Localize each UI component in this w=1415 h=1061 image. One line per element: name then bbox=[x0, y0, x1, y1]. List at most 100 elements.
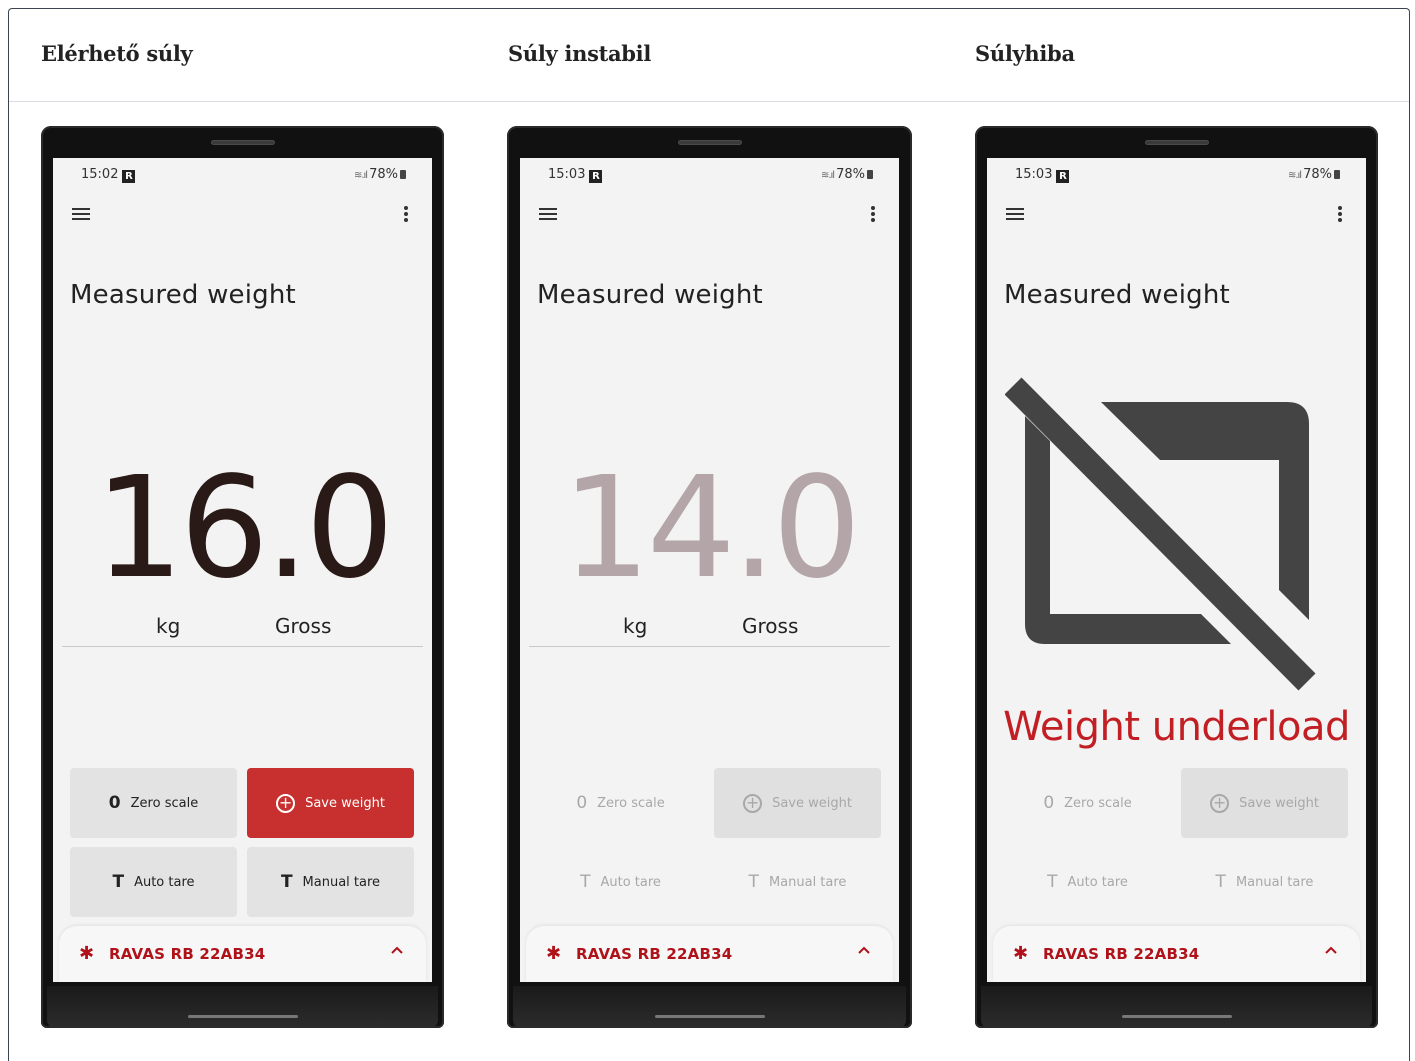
tare-icon: T bbox=[280, 872, 293, 892]
weight-mode-label: Gross bbox=[742, 614, 799, 638]
home-indicator bbox=[654, 1015, 765, 1018]
battery-icon bbox=[400, 170, 406, 179]
bluetooth-icon: ✱ bbox=[1013, 943, 1029, 964]
app-logo-icon: R bbox=[589, 170, 603, 183]
battery-percent: 78% bbox=[1303, 167, 1332, 182]
device-connection-bar[interactable]: ✱ RAVAS RB 22AB34 bbox=[993, 926, 1360, 982]
add-circle-icon: + bbox=[276, 793, 296, 813]
save-weight-button[interactable]: + Save weight bbox=[714, 768, 881, 838]
status-time: 15:03 R bbox=[1015, 167, 1070, 183]
battery-percent: 78% bbox=[836, 167, 865, 182]
divider bbox=[62, 646, 423, 647]
device-connection-bar[interactable]: ✱ RAVAS RB 22AB34 bbox=[59, 926, 426, 982]
phone-speaker bbox=[677, 140, 742, 145]
auto-tare-label: Auto tare bbox=[1067, 874, 1128, 890]
app-logo-icon: R bbox=[122, 170, 136, 183]
screen-title: Measured weight bbox=[70, 280, 296, 310]
table-header-row: Elérhető súly Súly instabil Súlyhiba bbox=[9, 9, 1409, 102]
phone-bezel bbox=[981, 986, 1372, 1028]
auto-tare-label: Auto tare bbox=[600, 874, 661, 890]
more-options-icon[interactable] bbox=[404, 206, 408, 224]
wifi-signal-icon: ≋.ıl bbox=[353, 170, 368, 181]
weight-mode-label: Gross bbox=[275, 614, 332, 638]
battery-percent: 78% bbox=[369, 167, 398, 182]
hamburger-menu-icon[interactable] bbox=[72, 208, 90, 222]
more-options-icon[interactable] bbox=[871, 206, 875, 224]
device-name: RAVAS RB 22AB34 bbox=[109, 945, 266, 963]
manual-tare-button[interactable]: T Manual tare bbox=[247, 847, 414, 917]
auto-tare-button[interactable]: T Auto tare bbox=[537, 847, 704, 917]
column-heading-error: Súlyhiba bbox=[975, 41, 1075, 66]
home-indicator bbox=[187, 1015, 298, 1018]
manual-tare-button[interactable]: T Manual tare bbox=[714, 847, 881, 917]
save-weight-button[interactable]: + Save weight bbox=[1181, 768, 1348, 838]
zero-icon: 0 bbox=[576, 793, 588, 813]
phone-mockup-error: 15:03 R ≋.ıl 78% Measured weight Weight un… bbox=[975, 126, 1378, 1028]
hamburger-menu-icon[interactable] bbox=[539, 208, 557, 222]
zero-scale-label: Zero scale bbox=[1064, 795, 1132, 811]
manual-tare-label: Manual tare bbox=[768, 874, 847, 890]
phone-bezel bbox=[513, 986, 906, 1028]
phone-bezel bbox=[47, 986, 438, 1028]
status-indicators: ≋.ıl 78% bbox=[1288, 167, 1340, 182]
screen-title: Measured weight bbox=[537, 280, 763, 310]
chevron-up-icon[interactable] bbox=[390, 943, 404, 957]
chevron-up-icon[interactable] bbox=[857, 943, 871, 957]
manual-tare-label: Manual tare bbox=[1235, 874, 1314, 890]
more-options-icon[interactable] bbox=[1338, 206, 1342, 224]
save-weight-button[interactable]: + Save weight bbox=[247, 768, 414, 838]
error-message: Weight underload bbox=[1003, 704, 1350, 750]
add-circle-icon: + bbox=[743, 793, 763, 813]
zero-scale-label: Zero scale bbox=[597, 795, 665, 811]
app-screen: 15:03 R ≋.ıl 78% Measured weight Weight un… bbox=[987, 158, 1366, 982]
device-name: RAVAS RB 22AB34 bbox=[1043, 945, 1200, 963]
weight-unavailable-icon bbox=[1005, 377, 1316, 691]
status-indicators: ≋.ıl 78% bbox=[821, 167, 873, 182]
phone-speaker bbox=[1144, 140, 1209, 145]
status-time: 15:02 R bbox=[81, 167, 136, 183]
status-bar: 15:03 R ≋.ıl 78% bbox=[520, 158, 899, 192]
column-heading-unstable: Súly instabil bbox=[508, 41, 652, 66]
manual-tare-label: Manual tare bbox=[302, 874, 381, 890]
tare-icon: T bbox=[748, 872, 759, 892]
device-name: RAVAS RB 22AB34 bbox=[576, 945, 733, 963]
add-circle-icon: + bbox=[1210, 793, 1230, 813]
unit-label: kg bbox=[156, 614, 181, 638]
save-weight-label: Save weight bbox=[305, 795, 385, 811]
wifi-signal-icon: ≋.ıl bbox=[820, 170, 835, 181]
device-connection-bar[interactable]: ✱ RAVAS RB 22AB34 bbox=[526, 926, 893, 982]
chevron-up-icon[interactable] bbox=[1324, 943, 1338, 957]
weight-value: 14.0 bbox=[561, 447, 862, 610]
phone-mockup-stable: 15:02 R ≋.ıl 78% Measured weight 16.0 kg G… bbox=[41, 126, 444, 1028]
app-logo-icon: R bbox=[1056, 170, 1070, 183]
status-bar: 15:02 R ≋.ıl 78% bbox=[53, 158, 432, 192]
battery-icon bbox=[867, 170, 873, 179]
auto-tare-button[interactable]: T Auto tare bbox=[70, 847, 237, 917]
tare-icon: T bbox=[1215, 872, 1226, 892]
manual-tare-button[interactable]: T Manual tare bbox=[1181, 847, 1348, 917]
tare-icon: T bbox=[112, 872, 125, 892]
status-time: 15:03 R bbox=[548, 167, 603, 183]
status-indicators: ≋.ıl 78% bbox=[354, 167, 406, 182]
bluetooth-icon: ✱ bbox=[79, 943, 95, 964]
app-screen: 15:02 R ≋.ıl 78% Measured weight 16.0 kg G… bbox=[53, 158, 432, 982]
zero-icon: 0 bbox=[1043, 793, 1055, 813]
tare-icon: T bbox=[1047, 872, 1058, 892]
screen-title: Measured weight bbox=[1004, 280, 1230, 310]
zero-scale-button[interactable]: 0 Zero scale bbox=[1004, 768, 1171, 838]
auto-tare-button[interactable]: T Auto tare bbox=[1004, 847, 1171, 917]
battery-icon bbox=[1334, 170, 1340, 179]
hamburger-menu-icon[interactable] bbox=[1006, 208, 1024, 222]
zero-scale-button[interactable]: 0 Zero scale bbox=[537, 768, 704, 838]
zero-scale-label: Zero scale bbox=[130, 795, 199, 811]
divider bbox=[529, 646, 890, 647]
zero-scale-button[interactable]: 0 Zero scale bbox=[70, 768, 237, 838]
status-bar: 15:03 R ≋.ıl 78% bbox=[987, 158, 1366, 192]
auto-tare-label: Auto tare bbox=[134, 874, 195, 890]
save-weight-label: Save weight bbox=[1239, 795, 1319, 811]
weight-value: 16.0 bbox=[94, 447, 395, 610]
tare-icon: T bbox=[580, 872, 591, 892]
zero-icon: 0 bbox=[108, 793, 121, 813]
wifi-signal-icon: ≋.ıl bbox=[1287, 170, 1302, 181]
unit-label: kg bbox=[623, 614, 648, 638]
